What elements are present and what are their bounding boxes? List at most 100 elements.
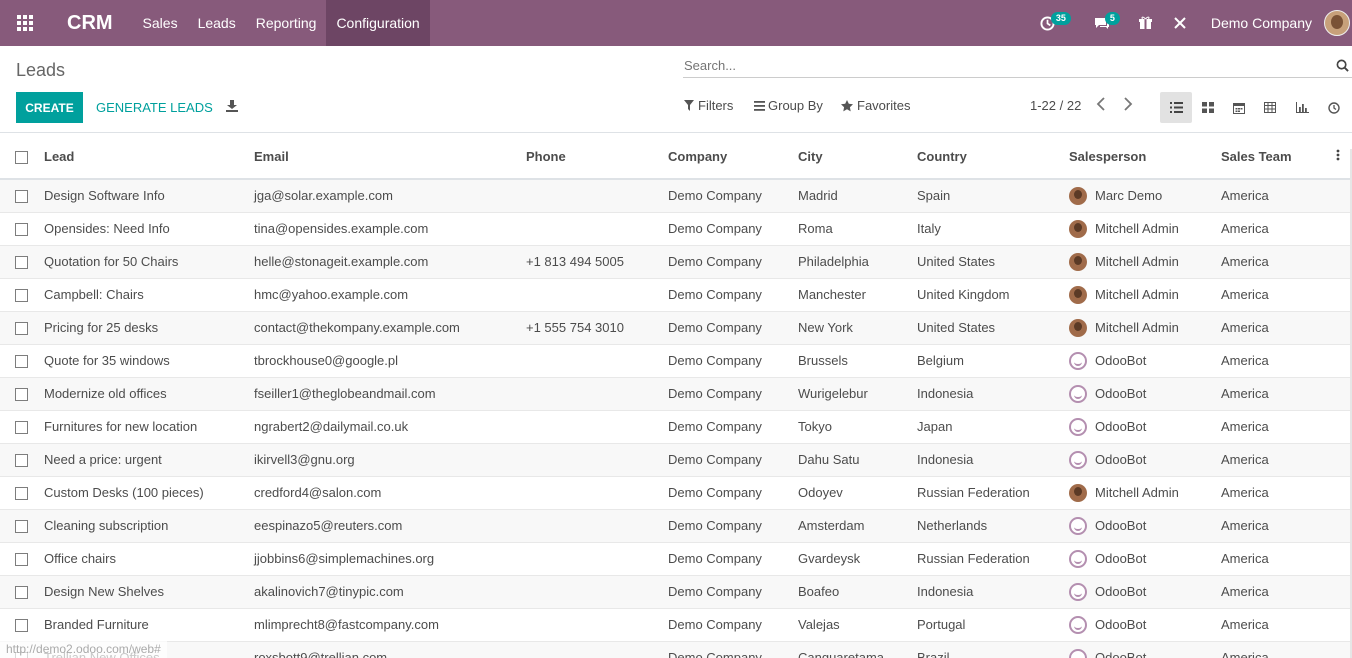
table-row[interactable]: Pricing for 25 desks contact@thekompany.e… — [0, 311, 1352, 345]
column-header-sales-team[interactable]: Sales Team — [1215, 134, 1310, 180]
menu-sales[interactable]: Sales — [133, 0, 188, 46]
row-checkbox[interactable] — [0, 344, 38, 378]
row-checkbox[interactable] — [0, 443, 38, 477]
cell-spacer — [1310, 410, 1352, 444]
row-checkbox[interactable] — [0, 245, 38, 279]
cell-country: Japan — [911, 410, 1063, 444]
cell-salesperson: OdooBot — [1063, 575, 1215, 609]
cell-spacer — [1310, 278, 1352, 312]
cell-company: Demo Company — [662, 179, 792, 213]
list-view-icon[interactable] — [1160, 92, 1192, 123]
messages-icon[interactable]: 5 — [1085, 0, 1120, 46]
column-header-lead[interactable]: Lead — [38, 134, 248, 180]
cell-city: Amsterdam — [792, 509, 911, 543]
debug-tools-icon[interactable] — [1163, 0, 1197, 46]
column-header-email[interactable]: Email — [248, 134, 520, 180]
table-row[interactable]: Need a price: urgent ikirvell3@gnu.org Dem… — [0, 443, 1352, 477]
cell-email: roxsbott9@trellian.com — [248, 641, 520, 658]
app-switcher-icon[interactable] — [0, 0, 50, 46]
row-checkbox[interactable] — [0, 608, 38, 642]
filters-button[interactable]: Filters — [684, 98, 733, 113]
create-button[interactable]: CREATE — [16, 92, 83, 123]
table-row[interactable]: Modernize old offices fseiller1@theglobea… — [0, 377, 1352, 411]
select-all-checkbox[interactable] — [0, 134, 38, 180]
cell-country: Netherlands — [911, 509, 1063, 543]
row-checkbox[interactable] — [0, 311, 38, 345]
cell-spacer — [1310, 509, 1352, 543]
row-checkbox[interactable] — [0, 476, 38, 510]
download-icon[interactable] — [224, 98, 240, 114]
table-row[interactable]: Trellian New Officesroxsbott9@trellian.c… — [0, 641, 1352, 658]
salesperson-avatar — [1069, 483, 1087, 502]
row-checkbox[interactable] — [0, 278, 38, 312]
table-row[interactable]: Branded Furniture mlimprecht8@fastcompany… — [0, 608, 1352, 642]
cell-city: Wurigelebur — [792, 377, 911, 411]
cell-city: Boafeo — [792, 575, 911, 609]
table-row[interactable]: Design Software Info jga@solar.example.co… — [0, 179, 1352, 213]
top-navbar: CRM Sales Leads Reporting Configuration … — [0, 0, 1352, 46]
column-header-country[interactable]: Country — [911, 134, 1063, 180]
graph-view-icon[interactable] — [1286, 92, 1318, 123]
odoobot-avatar — [1069, 384, 1087, 403]
salesperson-name: Mitchell Admin — [1095, 485, 1179, 500]
column-header-salesperson[interactable]: Salesperson — [1063, 134, 1215, 180]
row-checkbox[interactable] — [0, 410, 38, 444]
cell-salesperson: Marc Demo — [1063, 179, 1215, 213]
cell-phone — [520, 575, 662, 609]
group-by-button[interactable]: Group By — [754, 98, 823, 113]
pager-value[interactable]: 1-22 / 22 — [1030, 98, 1081, 113]
cell-sales-team: America — [1215, 476, 1310, 510]
salesperson-name: OdooBot — [1095, 452, 1147, 467]
company-switcher[interactable]: Demo Company — [1197, 15, 1324, 31]
optional-columns-icon[interactable] — [1310, 134, 1352, 180]
favorites-button[interactable]: Favorites — [841, 98, 910, 113]
table-row[interactable]: Office chairs jjobbins6@simplemachines.or… — [0, 542, 1352, 576]
pager-next-icon[interactable] — [1123, 97, 1133, 114]
odoobot-avatar — [1069, 516, 1087, 535]
row-checkbox[interactable] — [0, 509, 38, 543]
cell-country: United States — [911, 311, 1063, 345]
cell-spacer — [1310, 476, 1352, 510]
table-row[interactable]: Opensides: Need Info tina@opensides.examp… — [0, 212, 1352, 246]
user-avatar[interactable] — [1324, 10, 1350, 36]
cell-phone — [520, 476, 662, 510]
table-row[interactable]: Quotation for 50 Chairs helle@stonageit.e… — [0, 245, 1352, 279]
column-header-city[interactable]: City — [792, 134, 911, 180]
row-checkbox[interactable] — [0, 377, 38, 411]
cell-lead: Branded Furniture — [38, 608, 248, 642]
column-header-phone[interactable]: Phone — [520, 134, 662, 180]
cell-salesperson: OdooBot — [1063, 542, 1215, 576]
cell-city: Valejas — [792, 608, 911, 642]
search-input[interactable] — [683, 58, 1323, 73]
menu-configuration[interactable]: Configuration — [326, 0, 430, 46]
pivot-view-icon[interactable] — [1254, 92, 1286, 123]
gift-icon[interactable] — [1129, 0, 1163, 46]
calendar-view-icon[interactable] — [1223, 92, 1255, 123]
activity-view-icon[interactable] — [1318, 92, 1350, 123]
menu-leads[interactable]: Leads — [188, 0, 246, 46]
salesperson-name: OdooBot — [1095, 650, 1147, 658]
row-checkbox[interactable] — [0, 575, 38, 609]
app-brand[interactable]: CRM — [50, 0, 133, 46]
menu-reporting[interactable]: Reporting — [246, 0, 327, 46]
table-row[interactable]: Furnitures for new location ngrabert2@dai… — [0, 410, 1352, 444]
table-row[interactable]: Quote for 35 windows tbrockhouse0@google.… — [0, 344, 1352, 378]
table-row[interactable]: Cleaning subscription eespinazo5@reuters.… — [0, 509, 1352, 543]
generate-leads-button[interactable]: GENERATE LEADS — [88, 92, 221, 123]
kanban-view-icon[interactable] — [1192, 92, 1224, 123]
column-header-company[interactable]: Company — [662, 134, 792, 180]
activity-clock-icon[interactable]: 35 — [1031, 0, 1071, 46]
cell-company: Demo Company — [662, 245, 792, 279]
search-icon[interactable] — [1336, 59, 1350, 73]
table-row[interactable]: Custom Desks (100 pieces) credford4@salon… — [0, 476, 1352, 510]
table-row[interactable]: Design New Shelves akalinovich7@tinypic.c… — [0, 575, 1352, 609]
pager-previous-icon[interactable] — [1096, 97, 1106, 114]
cell-phone: +1 813 494 5005 — [520, 245, 662, 279]
cell-country: Brazil — [911, 641, 1063, 658]
row-checkbox[interactable] — [0, 212, 38, 246]
cell-salesperson: OdooBot — [1063, 608, 1215, 642]
row-checkbox[interactable] — [0, 179, 38, 213]
row-checkbox[interactable] — [0, 542, 38, 576]
table-row[interactable]: Campbell: Chairs hmc@yahoo.example.com Dem… — [0, 278, 1352, 312]
salesperson-name: Marc Demo — [1095, 188, 1163, 204]
